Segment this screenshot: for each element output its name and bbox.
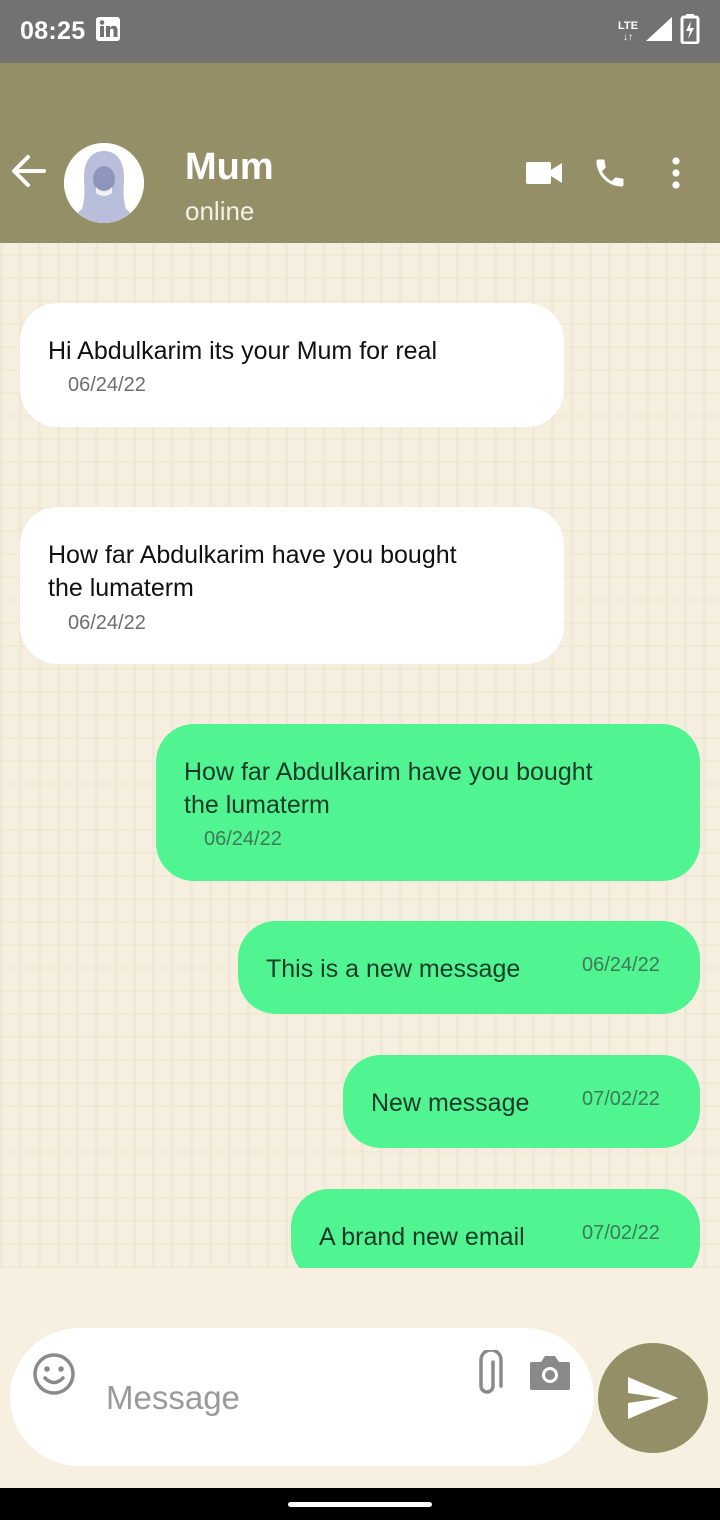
back-button[interactable] — [6, 149, 50, 193]
battery-charging-icon — [680, 14, 700, 49]
network-type: LTE ↓↑ — [618, 19, 638, 43]
message-bubble-incoming[interactable]: Hi Abdulkarim its your Mum for real 06/2… — [20, 303, 564, 427]
message-text: Hi Abdulkarim its your Mum for real — [48, 337, 438, 365]
message-text: How far Abdulkarim have you bought the l… — [48, 541, 457, 602]
linkedin-icon — [95, 16, 121, 47]
message-bubble-incoming[interactable]: How far Abdulkarim have you bought the l… — [20, 507, 564, 664]
emoji-icon[interactable] — [32, 1352, 76, 1401]
attach-icon[interactable] — [476, 1348, 504, 1405]
send-button[interactable] — [598, 1343, 708, 1453]
message-input[interactable] — [106, 1370, 446, 1426]
camera-icon[interactable] — [528, 1352, 572, 1397]
more-vert-icon — [672, 157, 680, 189]
contact-name[interactable]: Mum — [185, 146, 274, 189]
message-date: 07/02/22 — [582, 1222, 660, 1244]
message-text: New message — [371, 1089, 530, 1117]
message-date: 06/24/22 — [68, 374, 146, 396]
send-icon — [628, 1377, 678, 1419]
arrow-back-icon — [12, 155, 46, 187]
voice-call-button[interactable] — [590, 151, 630, 195]
message-bubble-outgoing[interactable]: How far Abdulkarim have you bought the l… — [156, 724, 700, 881]
contact-status: online — [185, 196, 255, 226]
message-bubble-outgoing[interactable]: This is a new message 06/24/22 — [238, 921, 700, 1014]
signal-icon — [644, 15, 674, 48]
more-options-button[interactable] — [658, 151, 694, 195]
status-time: 08:25 — [20, 17, 86, 45]
message-date: 06/24/22 — [68, 612, 146, 634]
message-date: 06/24/22 — [204, 828, 282, 850]
message-text: This is a new message — [266, 955, 521, 983]
hooded-person-icon — [64, 143, 144, 223]
chat-header: Mum online — [0, 63, 720, 243]
message-composer — [10, 1328, 594, 1466]
message-bubble-outgoing[interactable]: New message 07/02/22 — [343, 1055, 700, 1148]
message-text: How far Abdulkarim have you bought the l… — [184, 758, 593, 819]
status-bar: 08:25 LTE ↓↑ — [0, 0, 720, 63]
message-list[interactable]: Hi Abdulkarim its your Mum for real 06/2… — [0, 243, 720, 1268]
video-call-button[interactable] — [524, 151, 564, 195]
phone-icon — [596, 159, 624, 187]
message-date: 07/02/22 — [582, 1088, 660, 1110]
avatar[interactable] — [64, 143, 144, 223]
message-text: A brand new email — [319, 1223, 525, 1251]
video-camera-icon — [526, 162, 562, 184]
message-date: 06/24/22 — [582, 954, 660, 976]
message-bubble-outgoing[interactable]: A brand new email 07/02/22 — [291, 1189, 700, 1268]
home-gesture-handle[interactable] — [288, 1502, 432, 1507]
